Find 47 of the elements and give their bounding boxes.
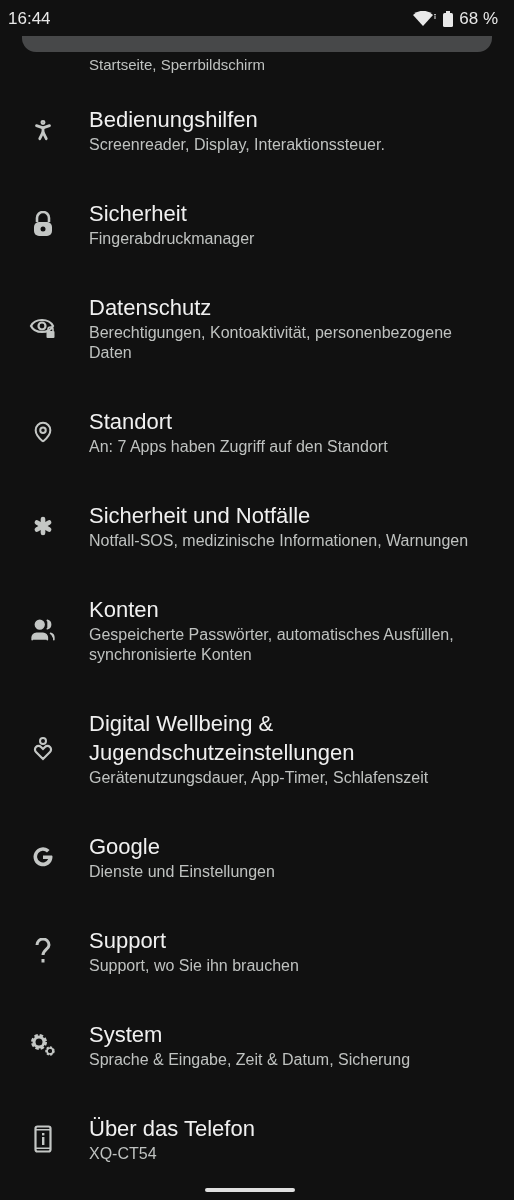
item-subtitle: Sprache & Eingabe, Zeit & Datum, Sicherung: [89, 1050, 411, 1070]
settings-item[interactable]: System Sprache & Eingabe, Zeit & Datum, Sicherung: [0, 998, 514, 1092]
settings-item[interactable]: Über das Telefon XQ-CT54: [0, 1092, 514, 1186]
question-mark-icon: [34, 938, 51, 964]
item-title: Datenschutz: [89, 294, 213, 322]
item-title: Sicherheit und Notfälle: [89, 502, 312, 530]
item-subtitle: An: 7 Apps haben Zugriff auf den Standort: [89, 437, 388, 457]
gears-icon: [28, 1032, 57, 1058]
settings-item[interactable]: Konten Gespeicherte Passwörter, automatisches Ausfüllen, synchronisierte Konten: [0, 573, 514, 687]
item-subtitle: Screenreader, Display, Interaktionssteuer.: [89, 135, 385, 155]
settings-item[interactable]: Support Support, wo Sie ihn brauchen: [0, 904, 514, 998]
settings-item[interactable]: Sicherheit und Notfälle Notfall-SOS, medizinische Informationen, Warnungen: [0, 479, 514, 573]
item-subtitle: Fingerabdruckmanager: [89, 229, 255, 249]
settings-item[interactable]: Datenschutz Berechtigungen, Kontoaktivität, personenbezogene Daten: [0, 271, 514, 385]
item-subtitle: Gerätenutzungsdauer, App-Timer, Schlafenszeit: [89, 768, 430, 788]
home-indicator[interactable]: [205, 1188, 295, 1192]
item-subtitle: Startseite, Sperrbildschirm: [89, 56, 265, 73]
item-title: Sicherheit: [89, 200, 188, 228]
item-subtitle: Support, wo Sie ihn brauchen: [89, 956, 299, 976]
item-subtitle: Dienste und Einstellungen: [89, 862, 275, 882]
item-subtitle: Notfall-SOS, medizinische Informationen, Warnungen: [89, 531, 469, 551]
item-title: Digital Wellbeing & Jugendschutzeinstellungen: [89, 710, 356, 767]
item-subtitle: Gespeicherte Passwörter, automatisches Ausfüllen, synchronisierte Konten: [89, 625, 455, 665]
item-title: Standort: [89, 408, 174, 436]
phone-info-icon: [33, 1125, 52, 1153]
item-title: Support: [89, 927, 168, 955]
item-title: Google: [89, 833, 161, 861]
lock-icon: [32, 211, 53, 237]
settings-item[interactable]: Digital Wellbeing & Jugendschutzeinstellungen Gerätenutzungsdauer, App-Timer, Schlafenszeit: [0, 687, 514, 810]
item-title: Bedienungshilfen: [89, 106, 259, 134]
wifi-icon: [413, 11, 438, 27]
settings-item[interactable]: Standort An: 7 Apps haben Zugriff auf den Standort: [0, 385, 514, 479]
settings-item[interactable]: Bedienungshilfen Screenreader, Display, Interaktionssteuer.: [0, 83, 514, 177]
item-title: System: [89, 1021, 164, 1049]
item-subtitle: XQ-CT54: [89, 1144, 158, 1164]
battery-icon: [443, 11, 454, 27]
eye-lock-icon: [28, 317, 57, 339]
users-icon: [29, 617, 56, 643]
heart-person-icon: [32, 736, 53, 761]
settings-item[interactable]: Sicherheit Fingerabdruckmanager: [0, 177, 514, 271]
battery-percentage: 68 %: [459, 8, 498, 31]
search-bar[interactable]: [22, 36, 492, 52]
status-time: 16:44: [8, 8, 51, 31]
item-subtitle: Berechtigungen, Kontoaktivität, personenbezogene Daten: [89, 323, 453, 363]
item-title: Konten: [89, 596, 160, 624]
settings-item[interactable]: Google Dienste und Einstellungen: [0, 810, 514, 904]
item-title: Über das Telefon: [89, 1115, 255, 1143]
